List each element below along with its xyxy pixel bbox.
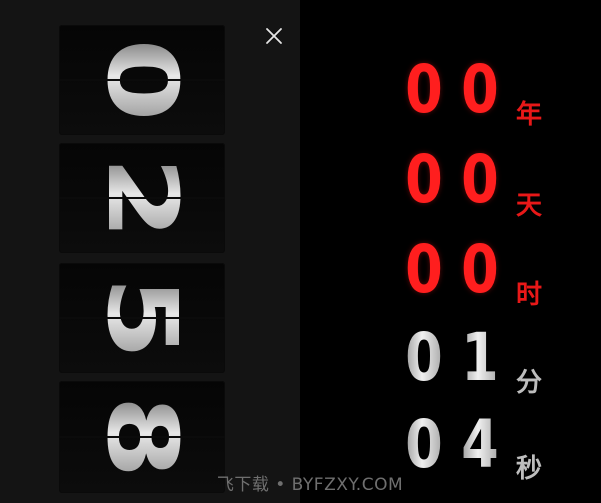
flip-card-divider bbox=[59, 436, 225, 438]
years-digit-2: 0 bbox=[461, 51, 499, 128]
unit-label-hours: 时 bbox=[516, 280, 543, 310]
unit-label-minutes: 分 bbox=[516, 368, 543, 398]
countdown-row-days: 0 0 bbox=[400, 145, 502, 215]
days-digit-2: 0 bbox=[461, 141, 499, 218]
countdown-row-years: 0 0 bbox=[400, 55, 502, 125]
years-digit-1: 0 bbox=[405, 51, 443, 128]
flip-clock-panel: 0 2 5 8 bbox=[0, 0, 300, 503]
countdown-row-minutes: 0 1 bbox=[400, 323, 502, 393]
watermark-text: 飞下载 • BYFZXY.COM bbox=[216, 475, 404, 495]
close-icon bbox=[266, 28, 282, 44]
flip-card-2: 2 bbox=[59, 143, 225, 253]
unit-label-seconds: 秒 bbox=[516, 454, 543, 484]
minutes-digit-2: 1 bbox=[461, 319, 499, 396]
hours-digit-1: 0 bbox=[405, 231, 443, 308]
unit-label-days: 天 bbox=[516, 191, 543, 221]
unit-label-years: 年 bbox=[516, 100, 543, 130]
close-button[interactable] bbox=[262, 24, 286, 48]
flip-card-divider bbox=[59, 197, 225, 199]
days-digit-1: 0 bbox=[405, 141, 443, 218]
flip-card-divider bbox=[59, 317, 225, 319]
seconds-digit-2: 4 bbox=[461, 406, 499, 483]
countdown-row-hours: 0 0 bbox=[400, 235, 502, 305]
hours-digit-2: 0 bbox=[461, 231, 499, 308]
flip-card-1: 0 bbox=[59, 25, 225, 135]
minutes-digit-1: 0 bbox=[405, 319, 443, 396]
flip-card-3: 5 bbox=[59, 263, 225, 373]
flip-card-divider bbox=[59, 79, 225, 81]
